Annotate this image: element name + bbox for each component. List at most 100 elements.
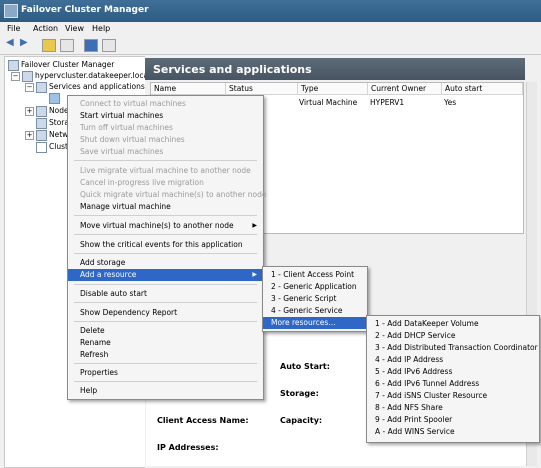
menu-item-add-storage[interactable]: Add storage	[68, 258, 125, 267]
menu-bar: File Action View Help	[0, 22, 541, 36]
storage-icon	[36, 118, 47, 129]
expand-icon[interactable]: −	[11, 72, 20, 81]
row-type[interactable]: Virtual Machine	[299, 98, 357, 107]
menu-separator	[74, 321, 257, 322]
tree-networks[interactable]: Netw	[49, 130, 68, 139]
submenu-item-datakeeper-volume[interactable]: 1 - Add DataKeeper Volume	[367, 319, 479, 328]
submenu-item-print-spooler[interactable]: 9 - Add Print Spooler	[367, 415, 452, 424]
help-icon[interactable]	[84, 39, 98, 52]
menu-separator	[74, 234, 257, 235]
menu-item-critical-events[interactable]: Show the critical events for this applic…	[68, 240, 243, 249]
expand-icon[interactable]: −	[25, 83, 34, 92]
menu-help[interactable]: Help	[92, 24, 110, 33]
ip-addresses-label: IP Addresses:	[157, 443, 219, 452]
submenu-item-dhcp-service[interactable]: 2 - Add DHCP Service	[367, 331, 455, 340]
menu-item-delete[interactable]: Delete	[68, 326, 105, 335]
submenu-item-wins-service[interactable]: A - Add WINS Service	[367, 427, 455, 436]
expand-icon[interactable]: +	[25, 107, 34, 116]
cluster-manager-icon	[8, 60, 19, 71]
expand-icon[interactable]: +	[25, 131, 34, 140]
menu-item-rename[interactable]: Rename	[68, 338, 111, 347]
menu-separator	[74, 302, 257, 303]
context-menu: Connect to virtual machines Start virtua…	[67, 95, 266, 400]
menu-item-add-resource[interactable]: Add a resource ▶	[68, 269, 263, 281]
menu-item-properties[interactable]: Properties	[68, 368, 118, 377]
title-bar: Failover Cluster Manager	[0, 0, 541, 22]
menu-item-connect-vms[interactable]: Connect to virtual machines	[68, 99, 186, 108]
results-title: Services and applications	[153, 63, 312, 76]
submenu-item-ipv6-tunnel[interactable]: 6 - Add IPv6 Tunnel Address	[367, 379, 479, 388]
forward-arrow-icon[interactable]: ▶	[20, 37, 32, 48]
submenu-arrow-icon: ▶	[252, 222, 257, 229]
menu-item-add-resource-label: Add a resource	[80, 270, 137, 279]
submenu-arrow-icon: ▶	[252, 271, 257, 278]
menu-item-save-vms[interactable]: Save virtual machines	[68, 147, 163, 156]
add-resource-submenu: 1 - Client Access Point 2 - Generic Appl…	[262, 266, 368, 332]
menu-item-move-vms[interactable]: Move virtual machine(s) to another node …	[68, 221, 263, 230]
menu-item-refresh[interactable]: Refresh	[68, 350, 108, 359]
toolbar: ◀ ▶	[0, 36, 541, 55]
menu-separator	[74, 363, 257, 364]
menu-item-quick-migrate[interactable]: Quick migrate virtual machine(s) to anot…	[68, 190, 266, 199]
more-resources-submenu: 1 - Add DataKeeper Volume 2 - Add DHCP S…	[366, 315, 540, 443]
tree-root[interactable]: Failover Cluster Manager	[21, 60, 114, 69]
menu-separator	[74, 160, 257, 161]
menu-item-disable-auto-start[interactable]: Disable auto start	[68, 289, 147, 298]
back-arrow-icon[interactable]: ◀	[6, 37, 18, 48]
column-header-name[interactable]: Name	[151, 83, 226, 95]
submenu-item-more-resources[interactable]: More resources...	[263, 317, 367, 329]
submenu-item-client-access-point[interactable]: 1 - Client Access Point	[263, 270, 354, 279]
auto-start-label: Auto Start:	[280, 362, 330, 371]
networks-icon	[36, 130, 47, 141]
results-header: Services and applications	[145, 58, 525, 80]
capacity-label: Capacity:	[280, 416, 323, 425]
menu-item-cancel-migration[interactable]: Cancel in-progress live migration	[68, 178, 204, 187]
tree-cluster-events[interactable]: Clust	[49, 142, 68, 151]
up-folder-icon[interactable]	[42, 39, 56, 52]
menu-item-move-vms-label: Move virtual machine(s) to another node	[80, 221, 234, 230]
row-owner[interactable]: HYPERV1	[370, 98, 404, 107]
column-header-type[interactable]: Type	[298, 83, 368, 95]
menu-separator	[74, 253, 257, 254]
submenu-item-generic-script[interactable]: 3 - Generic Script	[263, 294, 336, 303]
nodes-icon	[36, 106, 47, 117]
menu-item-dependency-report[interactable]: Show Dependency Report	[68, 308, 177, 317]
menu-item-help[interactable]: Help	[68, 386, 97, 395]
cluster-icon	[22, 71, 33, 82]
tree-services[interactable]: Services and applications	[49, 82, 145, 91]
column-header-status[interactable]: Status	[226, 83, 298, 95]
submenu-item-ipv6-address[interactable]: 5 - Add IPv6 Address	[367, 367, 452, 376]
menu-separator	[74, 381, 257, 382]
show-hide-tree-icon[interactable]	[60, 39, 74, 52]
submenu-item-isns[interactable]: 7 - Add iSNS Cluster Resource	[367, 391, 487, 400]
storage-label: Storage:	[280, 389, 319, 398]
column-header-owner[interactable]: Current Owner	[368, 83, 442, 95]
submenu-item-ip-address[interactable]: 4 - Add IP Address	[367, 355, 443, 364]
menu-item-shut-down-vms[interactable]: Shut down virtual machines	[68, 135, 185, 144]
client-access-label: Client Access Name:	[157, 416, 249, 425]
menu-item-manage-vm[interactable]: Manage virtual machine	[68, 202, 171, 211]
services-icon	[36, 82, 47, 93]
menu-item-start-vms[interactable]: Start virtual machines	[68, 111, 163, 120]
submenu-item-nfs-share[interactable]: 8 - Add NFS Share	[367, 403, 443, 412]
menu-separator	[74, 215, 257, 216]
app-icon	[4, 4, 18, 18]
column-header-autostart[interactable]: Auto start	[442, 83, 523, 95]
window-title: Failover Cluster Manager	[21, 5, 149, 15]
menu-view[interactable]: View	[65, 24, 84, 33]
events-icon	[36, 142, 47, 153]
row-autostart[interactable]: Yes	[444, 98, 456, 107]
menu-action[interactable]: Action	[33, 24, 58, 33]
tree-nodes[interactable]: Node	[49, 106, 69, 115]
menu-separator	[74, 284, 257, 285]
tree-storage[interactable]: Stora	[49, 118, 69, 127]
menu-item-live-migrate[interactable]: Live migrate virtual machine to another …	[68, 166, 251, 175]
vm-icon	[49, 93, 60, 104]
submenu-item-generic-service[interactable]: 4 - Generic Service	[263, 306, 342, 315]
console-pane-icon[interactable]	[102, 39, 116, 52]
menu-file[interactable]: File	[7, 24, 20, 33]
submenu-item-generic-application[interactable]: 2 - Generic Application	[263, 282, 357, 291]
tree-cluster[interactable]: hypervcluster.datakeeper.loca	[35, 71, 148, 80]
submenu-item-dtc[interactable]: 3 - Add Distributed Transaction Coordina…	[367, 343, 538, 352]
menu-item-turn-off-vms[interactable]: Turn off virtual machines	[68, 123, 173, 132]
